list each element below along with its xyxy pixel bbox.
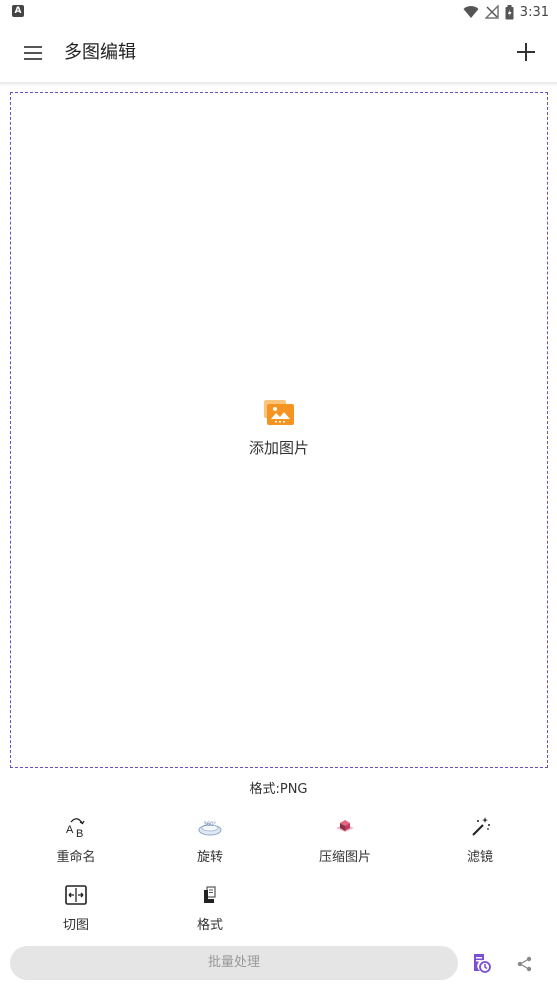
compress-label: 压缩图片 xyxy=(318,850,371,865)
add-image-button[interactable]: 添加图片 xyxy=(11,399,547,458)
batch-process-button[interactable]: 批量处理 xyxy=(10,946,458,980)
app-bar: 多图编辑 xyxy=(0,24,557,82)
clock: 3:31 xyxy=(519,4,549,20)
rotate-tool[interactable]: 360° 旋转 xyxy=(155,812,265,872)
status-bar: A 3:31 xyxy=(0,0,557,24)
menu-icon[interactable] xyxy=(22,41,46,65)
app-notification-icon: A xyxy=(12,5,24,17)
share-icon[interactable] xyxy=(515,954,535,974)
wifi-icon xyxy=(463,6,479,19)
compress-tool[interactable]: 压缩图片 xyxy=(290,812,400,872)
format-label: 格式 xyxy=(196,918,223,933)
format-tool[interactable]: 格式 xyxy=(155,880,265,940)
format-indicator: 格式:PNG xyxy=(249,782,308,797)
rotate-360-icon: 360° xyxy=(198,822,222,836)
rename-icon: A B xyxy=(66,818,85,840)
filter-tool[interactable]: 滤镜 xyxy=(425,812,535,872)
page-title: 多图编辑 xyxy=(64,42,136,63)
svg-text:B: B xyxy=(76,828,83,840)
rename-tool[interactable]: A B 重命名 xyxy=(21,812,131,872)
add-image-label: 添加图片 xyxy=(248,439,309,457)
image-folder-icon xyxy=(264,400,294,425)
rotate-label: 旋转 xyxy=(196,850,223,865)
compress-icon xyxy=(336,820,354,832)
image-drop-zone[interactable]: 添加图片 xyxy=(10,92,548,768)
crop-label: 切图 xyxy=(62,918,89,933)
svg-text:A: A xyxy=(66,824,74,836)
rename-label: 重命名 xyxy=(56,850,96,865)
battery-icon xyxy=(505,4,514,19)
app-bar-divider xyxy=(0,82,557,86)
split-image-icon xyxy=(65,885,87,905)
format-icon xyxy=(204,886,216,903)
status-icons: 3:31 xyxy=(463,2,549,22)
magic-wand-icon xyxy=(472,817,490,836)
add-icon[interactable] xyxy=(515,41,537,63)
crop-tool[interactable]: 切图 xyxy=(21,880,131,940)
no-signal-icon xyxy=(484,5,499,19)
filter-label: 滤镜 xyxy=(466,850,493,865)
svg-text:360°: 360° xyxy=(204,822,217,828)
history-icon[interactable] xyxy=(470,952,492,974)
